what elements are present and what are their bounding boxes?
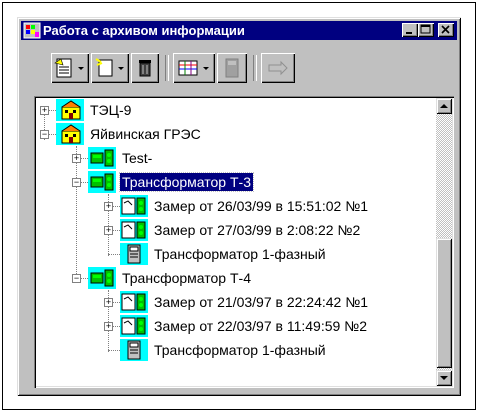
archive-app-icon (23, 22, 41, 39)
scroll-up-button[interactable] (436, 98, 452, 114)
tree-node-yaivinskaya[interactable]: − Яйвинская ГРЭС (34, 122, 434, 146)
export-button[interactable] (261, 53, 295, 83)
tree-node-measurement[interactable]: + Замер от 27/03/99 в 2:08:22 №2 (98, 218, 434, 242)
expand-toggle[interactable]: + (40, 106, 49, 115)
scroll-down-arrow-icon (440, 376, 448, 380)
export-arrow-icon (268, 60, 288, 76)
expand-toggle[interactable]: + (104, 298, 113, 307)
new-document-button[interactable] (51, 53, 89, 83)
expand-toggle[interactable]: + (104, 226, 113, 235)
vertical-scrollbar[interactable] (436, 98, 452, 386)
archive-tree[interactable]: + ТЭЦ-9 − Яйвинская ГРЭС + Test- − Транс… (34, 96, 454, 388)
tree-node-label: Трансформатор Т-4 (122, 270, 251, 286)
tree-node-measurement[interactable]: + Замер от 26/03/99 в 15:51:02 №1 (98, 194, 434, 218)
collapse-toggle[interactable]: − (40, 130, 49, 139)
tree-node-transformer-1phase[interactable]: Трансформатор 1-фазный (98, 338, 434, 362)
maximize-button[interactable] (418, 23, 434, 37)
tree-node-tec9[interactable]: + ТЭЦ-9 (34, 98, 434, 122)
close-button[interactable] (438, 23, 454, 37)
archive-window: Работа с архивом информации + ТЭЦ-9 − Яй… (17, 17, 461, 396)
measurement-icon (120, 195, 148, 217)
tree-node-transformer-t4[interactable]: − Трансформатор Т-4 (66, 266, 434, 290)
tree-node-label: Трансформатор 1-фазный (154, 246, 326, 262)
delete-button[interactable] (131, 53, 159, 83)
new-item-icon (95, 58, 124, 77)
tree-node-transformer-t3[interactable]: − Трансформатор Т-3 (66, 170, 434, 194)
calculator-button[interactable] (217, 53, 247, 83)
power-plant-icon (56, 99, 84, 121)
tree-node-label: Замер от 26/03/99 в 15:51:02 №1 (154, 198, 369, 214)
table-view-icon (178, 60, 209, 76)
measurement-icon (120, 219, 148, 241)
collapse-toggle[interactable]: − (72, 274, 81, 283)
maximize-icon (420, 24, 431, 34)
collapse-toggle[interactable]: − (72, 178, 81, 187)
measurement-icon (120, 315, 148, 337)
tree-node-label: Трансформатор Т-3 (119, 172, 254, 192)
calculator-icon (225, 58, 239, 78)
scroll-down-button[interactable] (436, 370, 452, 386)
tree-node-test[interactable]: + Test- (66, 146, 434, 170)
tree-node-label: ТЭЦ-9 (90, 102, 132, 118)
expand-toggle[interactable]: + (104, 202, 113, 211)
trash-icon (139, 60, 151, 77)
scroll-up-arrow-icon (440, 104, 448, 108)
tree-node-transformer-1phase[interactable]: Трансформатор 1-фазный (98, 242, 434, 266)
tree-node-measurement[interactable]: + Замер от 22/03/97 в 11:49:59 №2 (98, 314, 434, 338)
device-group-icon (88, 267, 116, 289)
toolbar-separator (165, 55, 169, 81)
window-title: Работа с архивом информации (43, 23, 245, 38)
power-plant-icon (56, 123, 84, 145)
new-document-icon (54, 58, 84, 78)
tree-node-measurement[interactable]: + Замер от 21/03/97 в 22:24:42 №1 (98, 290, 434, 314)
tree-node-label: Замер от 22/03/97 в 11:49:59 №2 (154, 318, 367, 334)
tree-node-label: Замер от 21/03/97 в 22:24:42 №1 (154, 294, 369, 310)
expand-toggle[interactable]: + (104, 322, 113, 331)
measurement-icon (120, 291, 148, 313)
close-icon (441, 25, 450, 34)
device-group-icon (88, 171, 116, 193)
tree-node-label: Замер от 27/03/99 в 2:08:22 №2 (154, 222, 361, 238)
scrollbar-thumb[interactable] (436, 238, 452, 368)
tree-node-label: Test- (122, 150, 153, 166)
table-view-button[interactable] (173, 53, 215, 83)
new-item-button[interactable] (91, 53, 129, 83)
minimize-icon (406, 32, 412, 34)
transformer-doc-icon (120, 243, 148, 265)
toolbar (51, 49, 341, 89)
toolbar-separator (253, 55, 257, 81)
tree-node-label: Трансформатор 1-фазный (154, 342, 326, 358)
minimize-button[interactable] (402, 23, 418, 37)
title-bar[interactable]: Работа с архивом информации (21, 21, 457, 40)
tree-node-label: Яйвинская ГРЭС (90, 126, 201, 142)
device-group-icon (88, 147, 116, 169)
transformer-doc-icon (120, 339, 148, 361)
expand-toggle[interactable]: + (72, 154, 81, 163)
